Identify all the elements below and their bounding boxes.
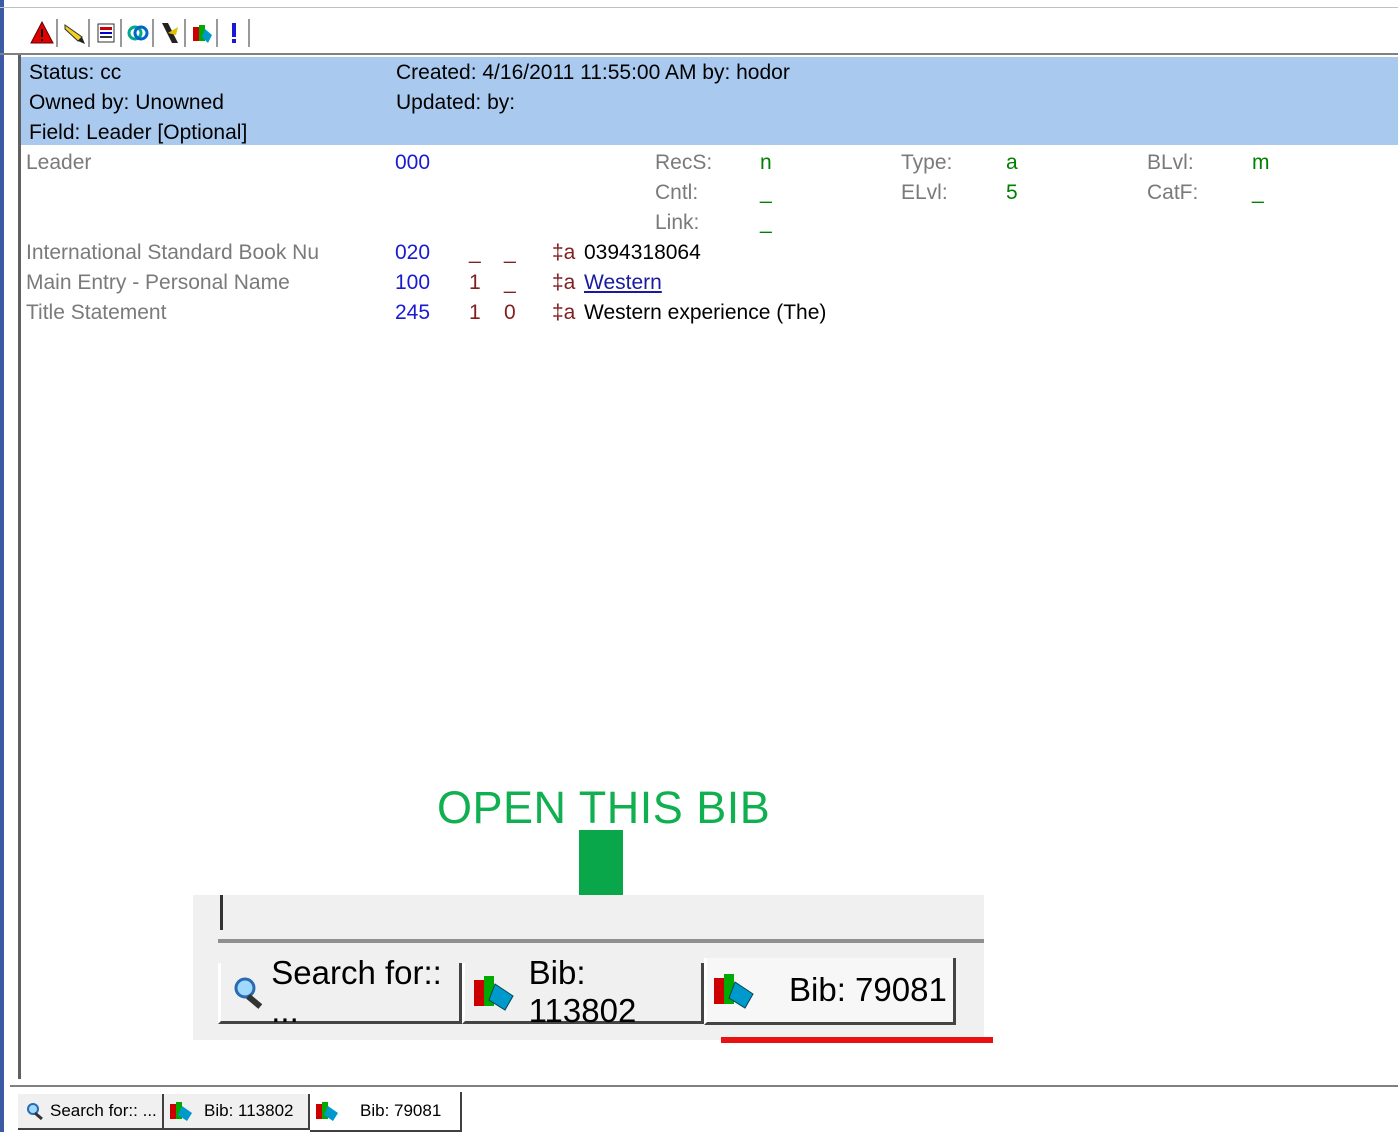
tab-search-label: Search for:: ... bbox=[50, 1101, 157, 1120]
cntl-label: Cntl: bbox=[655, 181, 699, 204]
link-icon[interactable] bbox=[124, 19, 154, 47]
field-label-100: Main Entry - Personal Name bbox=[26, 271, 290, 294]
inset-tab-bib-79081-label: Bib: 79081 bbox=[789, 971, 947, 1008]
field-ind2-020[interactable]: _ bbox=[504, 241, 516, 265]
status-text: Status: cc bbox=[29, 61, 122, 84]
field-subfield-245: ‡a bbox=[552, 301, 576, 324]
tab-bib-113802[interactable]: Bib: 113802 bbox=[164, 1094, 310, 1130]
elvl-label: ELvl: bbox=[901, 181, 948, 204]
search-icon bbox=[234, 977, 263, 1009]
highlight-underline bbox=[721, 1037, 993, 1043]
recs-value[interactable]: n bbox=[760, 151, 772, 175]
inset-tab-bib-113802[interactable]: Bib: 113802 bbox=[462, 954, 704, 1029]
cntl-value[interactable]: _ bbox=[760, 181, 772, 205]
field-label-245: Title Statement bbox=[26, 301, 167, 324]
field-value-020[interactable]: 0394318064 bbox=[584, 241, 701, 265]
catf-label: CatF: bbox=[1147, 181, 1199, 204]
books-icon bbox=[170, 1102, 192, 1121]
field-subfield-100: ‡a bbox=[552, 271, 576, 294]
inset-tab-search[interactable]: Search for:: ... bbox=[218, 954, 462, 1029]
blvl-label: BLvl: bbox=[1147, 151, 1194, 174]
authority-link-western[interactable]: Western bbox=[584, 271, 662, 295]
annotation-label: OPEN THIS BIB bbox=[437, 782, 771, 833]
leader-tag[interactable]: 000 bbox=[395, 151, 430, 175]
inset-tab-bib-79081[interactable]: Bib: 79081 bbox=[704, 958, 956, 1025]
exclamation-icon[interactable] bbox=[220, 19, 250, 47]
recs-label: RecS: bbox=[655, 151, 713, 174]
leader-label: Leader bbox=[26, 151, 92, 174]
warning-icon[interactable] bbox=[28, 19, 58, 47]
field-subfield-020: ‡a bbox=[552, 241, 576, 264]
toolbar bbox=[28, 19, 252, 49]
window-edge bbox=[0, 0, 4, 1132]
tab-bib-113802-label: Bib: 113802 bbox=[204, 1101, 294, 1120]
tab-bib-79081[interactable]: Bib: 79081 bbox=[310, 1092, 462, 1132]
tabbar-divider bbox=[10, 1085, 1398, 1087]
link-value[interactable]: _ bbox=[760, 211, 772, 235]
inset-divider bbox=[218, 939, 984, 943]
field-ind2-100[interactable]: _ bbox=[504, 271, 516, 295]
owner-text: Owned by: Unowned bbox=[29, 91, 224, 114]
type-value[interactable]: a bbox=[1006, 151, 1018, 175]
inset-tab-search-label: Search for:: ... bbox=[271, 954, 442, 1029]
field-text: Field: Leader [Optional] bbox=[29, 121, 248, 144]
elvl-value[interactable]: 5 bbox=[1006, 181, 1018, 205]
field-ind1-100[interactable]: 1 bbox=[469, 271, 481, 295]
books-icon bbox=[316, 1102, 338, 1121]
books-icon[interactable] bbox=[188, 19, 218, 47]
field-value-245[interactable]: Western experience (The) bbox=[584, 301, 826, 325]
tab-search[interactable]: Search for:: ... bbox=[18, 1094, 164, 1130]
field-ind2-245[interactable]: 0 bbox=[504, 301, 516, 325]
field-tag-245[interactable]: 245 bbox=[395, 301, 430, 325]
books-icon bbox=[474, 976, 514, 1011]
record-icon[interactable] bbox=[92, 19, 122, 47]
tab-bib-79081-label: Bib: 79081 bbox=[360, 1101, 442, 1120]
inset-tab-bib-113802-label: Bib: 113802 bbox=[528, 954, 637, 1029]
search-icon bbox=[27, 1103, 43, 1121]
link-label: Link: bbox=[655, 211, 700, 234]
field-label-020: International Standard Book Nu bbox=[26, 241, 320, 264]
validate-icon[interactable] bbox=[156, 19, 186, 47]
field-ind1-020[interactable]: _ bbox=[469, 241, 481, 265]
blvl-value[interactable]: m bbox=[1252, 151, 1270, 175]
type-label: Type: bbox=[901, 151, 953, 174]
created-text: Created: 4/16/2011 11:55:00 AM by: hodor bbox=[396, 61, 790, 84]
field-ind1-245[interactable]: 1 bbox=[469, 301, 481, 325]
field-tag-020[interactable]: 020 bbox=[395, 241, 430, 265]
highlighter-icon[interactable] bbox=[60, 19, 90, 47]
record-header: Status: cc Owned by: Unowned Field: Lead… bbox=[21, 57, 1398, 145]
inset-border bbox=[220, 895, 223, 930]
field-tag-100[interactable]: 100 bbox=[395, 271, 430, 295]
top-divider bbox=[0, 7, 1398, 8]
catf-value[interactable]: _ bbox=[1252, 181, 1264, 205]
books-icon bbox=[714, 974, 754, 1009]
updated-text: Updated: by: bbox=[396, 91, 516, 114]
